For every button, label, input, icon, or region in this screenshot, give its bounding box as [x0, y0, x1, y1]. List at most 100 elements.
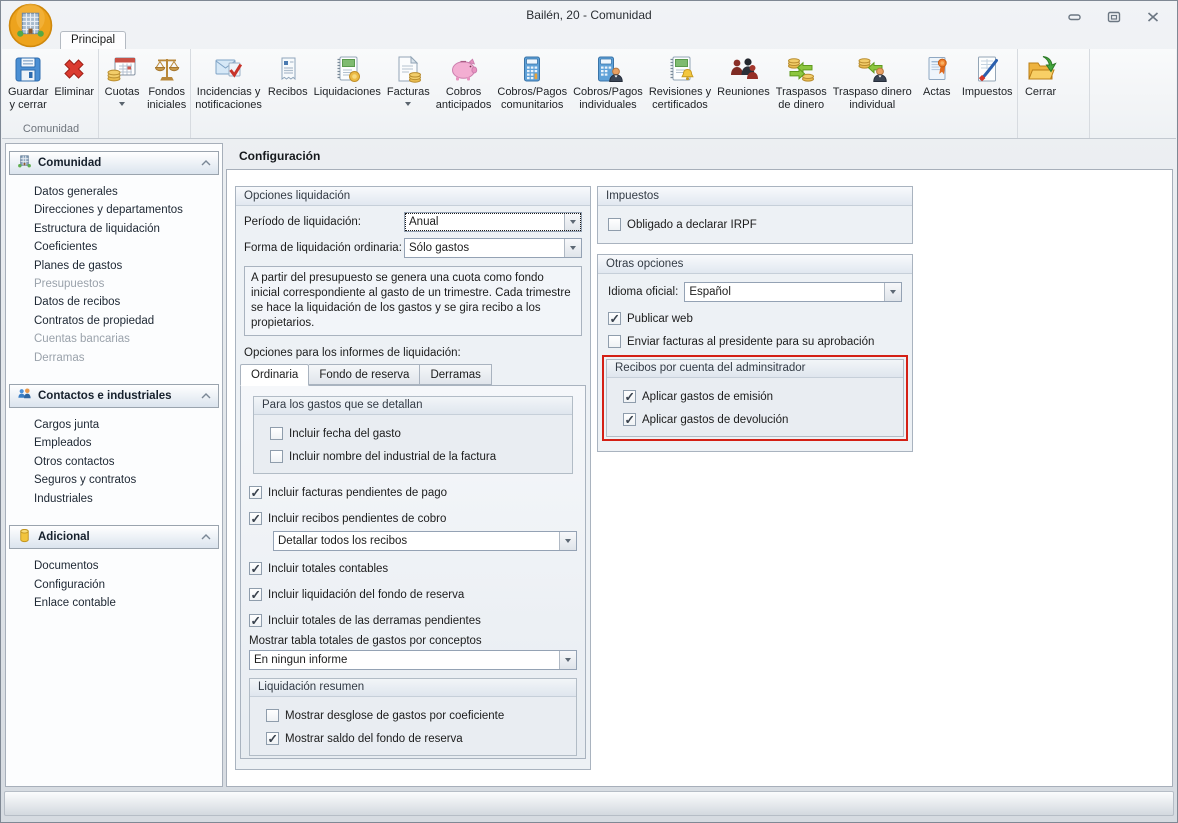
sidebar-item-seguros-contratos[interactable]: Seguros y contratos	[6, 471, 222, 489]
checkbox-facturas-pendientes[interactable]: Incluir facturas pendientes de pago	[249, 485, 577, 500]
checkbox-totales-contables[interactable]: Incluir totales contables	[249, 561, 577, 576]
ribbon-button-recibos[interactable]: Recibos	[265, 49, 311, 121]
ribbon-button-incidencias[interactable]: Incidencias y notificaciones	[192, 49, 265, 121]
checkbox-obligado-irpf[interactable]: Obligado a declarar IRPF	[608, 218, 902, 231]
checkbox-incluir-nombre-industrial[interactable]: Incluir nombre del industrial de la fact…	[270, 450, 556, 463]
checkbox-incluir-fecha-gasto[interactable]: Incluir fecha del gasto	[270, 427, 556, 440]
mostrar-tabla-dropdown[interactable]: En ningun informe	[249, 650, 577, 670]
checkbox-label: Incluir nombre del industrial de la fact…	[289, 450, 497, 463]
checkbox-box[interactable]	[266, 731, 279, 746]
ribbon-button-eliminar[interactable]: Eliminar	[51, 49, 97, 121]
detalle-recibos-dropdown[interactable]: Detallar todos los recibos	[273, 531, 577, 551]
sidebar-item-cuentas-bancarias[interactable]: Cuentas bancarias	[6, 330, 222, 348]
money-transfer-person-icon	[856, 52, 888, 85]
app-menu-button[interactable]	[8, 3, 53, 48]
people-icon	[17, 387, 32, 405]
sidebar-item-industriales[interactable]: Industriales	[6, 490, 222, 508]
sidebar-item-datos-recibos[interactable]: Datos de recibos	[6, 293, 222, 311]
idioma-oficial-row: Idioma oficial: Español	[608, 282, 902, 302]
receipt-icon	[272, 52, 304, 85]
minimize-button[interactable]	[1067, 10, 1083, 23]
sidebar-item-datos-generales[interactable]: Datos generales	[6, 183, 222, 201]
ribbon-button-facturas[interactable]: Facturas	[384, 49, 433, 121]
ribbon-button-impuestos[interactable]: Impuestos	[959, 49, 1016, 121]
checkbox-box[interactable]	[270, 427, 283, 440]
sidebar-item-planes-gastos[interactable]: Planes de gastos	[6, 257, 222, 275]
checkbox-liquidacion-fondo[interactable]: Incluir liquidación del fondo de reserva	[249, 587, 577, 602]
checkbox-box[interactable]	[623, 389, 636, 404]
checkbox-box[interactable]	[249, 511, 262, 526]
checkbox-mostrar-saldo-fondo[interactable]: Mostrar saldo del fondo de reserva	[266, 731, 560, 746]
tab-derramas[interactable]: Derramas	[420, 364, 492, 385]
checkbox-totales-derramas[interactable]: Incluir totales de las derramas pendient…	[249, 613, 577, 628]
ribbon-button-cobros-pagos-individuales[interactable]: Cobros/Pagos individuales	[570, 49, 646, 121]
checkbox-box[interactable]	[608, 311, 621, 326]
ribbon-button-reuniones[interactable]: Reuniones	[714, 49, 773, 121]
checkbox-box[interactable]	[249, 561, 262, 576]
tax-agency-icon	[971, 52, 1003, 85]
ribbon-button-actas[interactable]: Actas	[915, 49, 959, 121]
forma-liquidacion-dropdown[interactable]: Sólo gastos	[404, 238, 582, 258]
sidebar-item-coeficientes[interactable]: Coeficientes	[6, 238, 222, 256]
tab-principal[interactable]: Principal	[60, 31, 126, 49]
tab-ordinaria[interactable]: Ordinaria	[240, 364, 310, 386]
checkbox-recibos-pendientes[interactable]: Incluir recibos pendientes de cobro	[249, 511, 577, 526]
sidebar-item-presupuestos[interactable]: Presupuestos	[6, 275, 222, 293]
ribbon-button-liquidaciones[interactable]: Liquidaciones	[311, 49, 384, 121]
ribbon-button-cerrar[interactable]: Cerrar	[1019, 49, 1063, 121]
checkbox-aplicar-gastos-devolucion[interactable]: Aplicar gastos de devolución	[623, 412, 887, 427]
ribbon: Guardar y cerrar Eliminar Comunidad Cuot…	[2, 49, 1176, 139]
checkbox-box[interactable]	[270, 450, 283, 463]
content-area: Opciones liquidación Período de liquidac…	[226, 169, 1173, 787]
checkbox-box[interactable]	[249, 587, 262, 602]
ribbon-button-fondos-iniciales[interactable]: Fondos iniciales	[144, 49, 189, 121]
sidebar-item-direcciones[interactable]: Direcciones y departamentos	[6, 201, 222, 219]
checkbox-aplicar-gastos-emision[interactable]: Aplicar gastos de emisión	[623, 389, 887, 404]
sidebar-item-otros-contactos[interactable]: Otros contactos	[6, 453, 222, 471]
ribbon-button-cobros-pagos-comunitarios[interactable]: Cobros/Pagos comunitarios	[494, 49, 570, 121]
ribbon-button-revisiones[interactable]: Revisiones y certificados	[646, 49, 714, 121]
notebook-seal-icon	[331, 52, 363, 85]
sidebar-item-empleados[interactable]: Empleados	[6, 434, 222, 452]
sidebar-section-comunidad[interactable]: Comunidad	[9, 151, 219, 175]
checkbox-box[interactable]	[249, 613, 262, 628]
dropdown-button[interactable]	[559, 532, 576, 550]
dropdown-button[interactable]	[564, 213, 581, 231]
sidebar-item-estructura-liquidacion[interactable]: Estructura de liquidación	[6, 220, 222, 238]
ribbon-button-cuotas[interactable]: Cuotas	[100, 49, 144, 121]
checkbox-label: Incluir totales contables	[268, 562, 389, 575]
sidebar-item-enlace-contable[interactable]: Enlace contable	[6, 594, 222, 612]
close-button[interactable]	[1145, 10, 1161, 23]
sidebar-item-configuracion[interactable]: Configuración	[6, 576, 222, 594]
ribbon-button-traspaso-individual[interactable]: Traspaso dinero individual	[830, 49, 915, 121]
ribbon-button-cobros-anticipados[interactable]: Cobros anticipados	[433, 49, 495, 121]
checkbox-box[interactable]	[608, 335, 621, 348]
chevron-down-icon	[890, 290, 896, 294]
checkbox-box[interactable]	[266, 709, 279, 722]
chevron-up-icon	[201, 157, 211, 169]
dropdown-button[interactable]	[559, 651, 576, 669]
checkbox-publicar-web[interactable]: Publicar web	[608, 311, 902, 326]
envelope-check-icon	[213, 52, 245, 85]
sidebar-item-documentos[interactable]: Documentos	[6, 557, 222, 575]
sidebar-item-contratos-propiedad[interactable]: Contratos de propiedad	[6, 312, 222, 330]
dropdown-button[interactable]	[564, 239, 581, 257]
sidebar-section-contactos[interactable]: Contactos e industriales	[9, 384, 219, 409]
checkbox-mostrar-desglose[interactable]: Mostrar desglose de gastos por coeficien…	[266, 709, 560, 722]
ribbon-button-guardar-y-cerrar[interactable]: Guardar y cerrar	[5, 49, 51, 121]
dropdown-button[interactable]	[884, 283, 901, 301]
periodo-liquidacion-dropdown[interactable]: Anual	[404, 212, 582, 232]
sidebar-section-adicional[interactable]: Adicional	[9, 525, 219, 550]
checkbox-enviar-facturas-presidente[interactable]: Enviar facturas al presidente para su ap…	[608, 335, 902, 348]
sidebar-item-cargos-junta[interactable]: Cargos junta	[6, 416, 222, 434]
database-icon	[17, 528, 32, 546]
idioma-oficial-dropdown[interactable]: Español	[684, 282, 902, 302]
tab-fondo-de-reserva[interactable]: Fondo de reserva	[309, 364, 421, 385]
restore-button[interactable]	[1106, 10, 1122, 23]
checkbox-box[interactable]	[623, 412, 636, 427]
checkbox-box[interactable]	[608, 218, 621, 231]
checkbox-label: Aplicar gastos de emisión	[642, 390, 774, 403]
sidebar-item-derramas[interactable]: Derramas	[6, 349, 222, 367]
checkbox-box[interactable]	[249, 485, 262, 500]
ribbon-button-traspasos-dinero[interactable]: Traspasos de dinero	[773, 49, 830, 121]
